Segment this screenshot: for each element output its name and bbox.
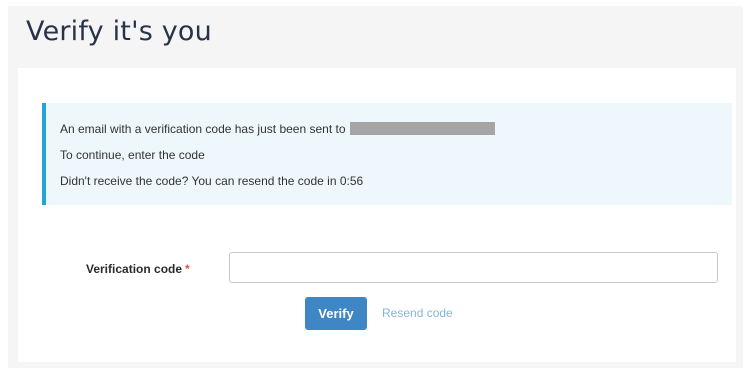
page-background: Verify it's you An email with a verifica… [8, 6, 743, 368]
verification-code-input[interactable] [229, 252, 718, 283]
redacted-email [349, 122, 495, 136]
verification-card: An email with a verification code has ju… [18, 68, 736, 362]
verification-code-label-text: Verification code [86, 262, 183, 276]
alert-instruction: To continue, enter the code [60, 148, 205, 162]
alert-message-sent-text: An email with a verification code has ju… [60, 122, 346, 136]
verify-button[interactable]: Verify [305, 297, 367, 330]
resend-code-link[interactable]: Resend code [382, 306, 453, 320]
alert-resend-countdown: Didn't receive the code? You can resend … [60, 174, 364, 188]
verification-code-label: Verification code * [86, 262, 190, 276]
page-title: Verify it's you [26, 16, 212, 47]
info-alert: An email with a verification code has ju… [42, 103, 732, 205]
alert-message-sent: An email with a verification code has ju… [60, 122, 495, 136]
required-indicator: * [185, 262, 190, 276]
